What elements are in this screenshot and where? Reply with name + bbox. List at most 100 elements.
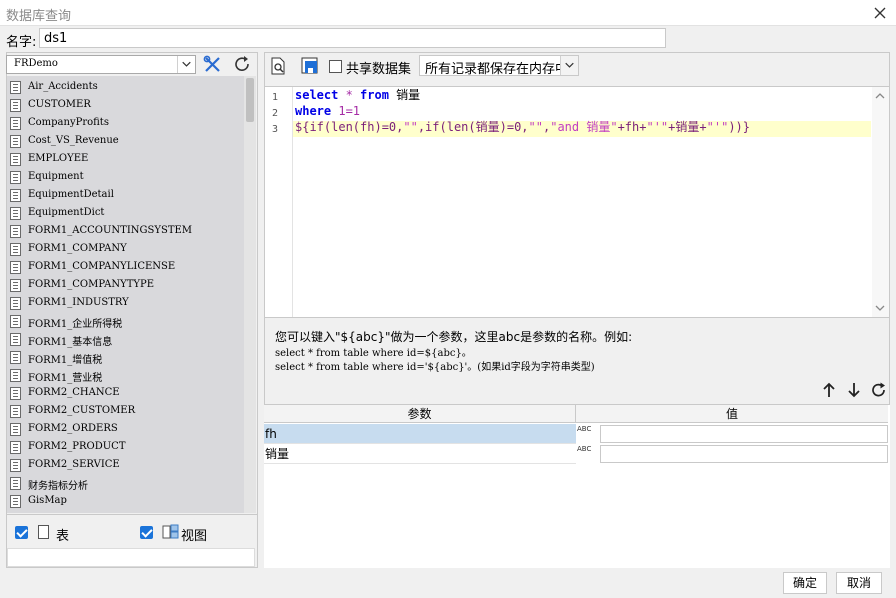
table-icon [10,315,21,328]
table-list-item[interactable]: FORM2_PRODUCT [7,438,243,456]
scroll-up-icon[interactable] [874,90,886,102]
table-icon [10,207,21,220]
table-icon [10,171,21,184]
view-checkbox[interactable] [140,526,153,539]
table-list-item[interactable]: CompanyProfits [7,114,243,132]
table-name: Air_Accidents [28,81,98,92]
refresh-params-icon[interactable] [870,381,888,399]
share-dataset-checkbox[interactable] [329,60,342,73]
view-filter-label: 视图 [181,529,208,544]
chevron-down-icon[interactable] [177,56,195,73]
chevron-down-icon[interactable] [560,56,578,75]
sql-keyword: select [295,88,339,102]
close-icon[interactable] [870,3,890,23]
table-list-item[interactable]: EquipmentDetail [7,186,243,204]
sql-keyword: where [295,104,332,118]
name-label: 名字: [6,35,37,50]
table-name: FORM2_SERVICE [28,459,120,470]
edit-connection-icon[interactable] [202,54,224,75]
table-icon [10,153,21,166]
table-list-item[interactable]: Cost_VS_Revenue [7,132,243,150]
table-list-item[interactable]: FORM1_COMPANYLICENSE [7,258,243,276]
code-line-1[interactable]: select * from 销量 [295,87,420,103]
table-list-item[interactable]: FORM1_ACCOUNTINGSYSTEM [7,222,243,240]
memory-mode-select[interactable]: 所有记录都保存在内存中 [419,55,579,77]
table-list-item[interactable]: FORM1_COMPANY [7,240,243,258]
share-dataset-label: 共享数据集 [346,62,412,77]
table-icon [10,117,21,130]
table-icon [38,525,49,539]
table-list-item[interactable]: 财务指标分析 [7,474,243,492]
table-list-scroll-thumb[interactable] [246,78,254,122]
code-line-2[interactable]: where 1=1 [295,103,360,119]
editor-scrollbar[interactable] [872,87,889,317]
table-icon [10,225,21,238]
table-name: EquipmentDict [28,207,105,218]
param-row-name[interactable]: 销量 [264,444,576,464]
table-name: EquipmentDetail [28,189,114,200]
connection-select[interactable]: FRDemo [6,55,196,74]
refresh-icon[interactable] [232,54,254,75]
ok-button[interactable]: 确定 [783,572,827,594]
sql-string: "'" [646,120,669,134]
table-list-item[interactable]: EMPLOYEE [7,150,243,168]
table-name: FORM1_COMPANYLICENSE [28,261,176,272]
code-line-3[interactable]: ${if(len(fh)=0,"",if(len(销量)=0,"","and 销… [295,119,750,135]
sql-template: +fh+ [617,120,647,134]
table-icon [10,441,21,454]
table-list-item[interactable]: CUSTOMER [7,96,243,114]
save-icon[interactable] [300,56,320,76]
table-name: CompanyProfits [28,117,109,128]
table-list-item[interactable]: Air_Accidents [7,78,243,96]
param-value-input[interactable] [600,445,888,463]
table-name: FORM2_CUSTOMER [28,405,136,416]
table-list-item[interactable]: FORM1_增值税 [7,348,243,366]
view-icon [162,524,179,539]
table-list-item[interactable]: FORM1_企业所得税 [7,312,243,330]
table-list-item[interactable]: FORM1_营业税 [7,366,243,384]
value-column-header: 值 [576,405,888,423]
param-type-button[interactable]: ABC [577,444,599,464]
preview-icon[interactable] [268,56,288,76]
table-list-item[interactable]: FORM2_CHANCE [7,384,243,402]
sql-template: ,if(len(销量)=0, [417,120,529,134]
table-list-item[interactable]: Equipment [7,168,243,186]
table-list-item[interactable]: FORM1_基本信息 [7,330,243,348]
window-title: 数据库查询 [6,9,72,24]
name-input[interactable] [39,28,666,48]
table-list-scrollbar[interactable] [244,76,256,513]
table-checkbox[interactable] [15,526,28,539]
table-list-item[interactable]: FORM1_INDUSTRY [7,294,243,312]
table-list-item[interactable]: FORM2_CUSTOMER [7,402,243,420]
table-list-item[interactable]: EquipmentDict [7,204,243,222]
param-value-input[interactable] [600,425,888,443]
table-name: Cost_VS_Revenue [28,135,119,146]
abc-type-icon: ABC [577,425,592,433]
table-name: FORM2_CHANCE [28,387,120,398]
cancel-button[interactable]: 取消 [836,572,882,594]
scroll-down-icon[interactable] [874,302,886,314]
table-list-item[interactable]: FORM1_COMPANYTYPE [7,276,243,294]
arrow-up-icon[interactable] [821,381,837,399]
param-row-name[interactable]: fh [264,424,576,444]
table-icon [10,135,21,148]
table-name: FORM1_ACCOUNTINGSYSTEM [28,225,193,236]
param-type-button[interactable]: ABC [577,424,599,444]
table-icon [10,279,21,292]
table-list-item[interactable]: GisMap [7,492,243,510]
table-name: FORM1_营业税 [28,373,103,384]
table-list-item[interactable]: FORM2_SERVICE [7,456,243,474]
table-name: EMPLOYEE [28,153,89,164]
table-search-input[interactable] [7,548,255,567]
sql-template: ${if(len(fh)=0, [295,120,404,134]
sql-keyword: from [360,88,389,102]
arrow-down-icon[interactable] [846,381,862,399]
param-hint-example: select * from table where id=${abc}。 [275,348,472,359]
table-list-item[interactable]: FORM2_ORDERS [7,420,243,438]
table-icon [10,81,21,94]
sql-template: +销量+ [668,120,707,134]
table-icon [10,369,21,382]
param-hint-example: select * from table where id='${abc}'。(如… [275,362,595,373]
table-name: FORM2_ORDERS [28,423,118,434]
table-name: 财务指标分析 [28,481,88,492]
